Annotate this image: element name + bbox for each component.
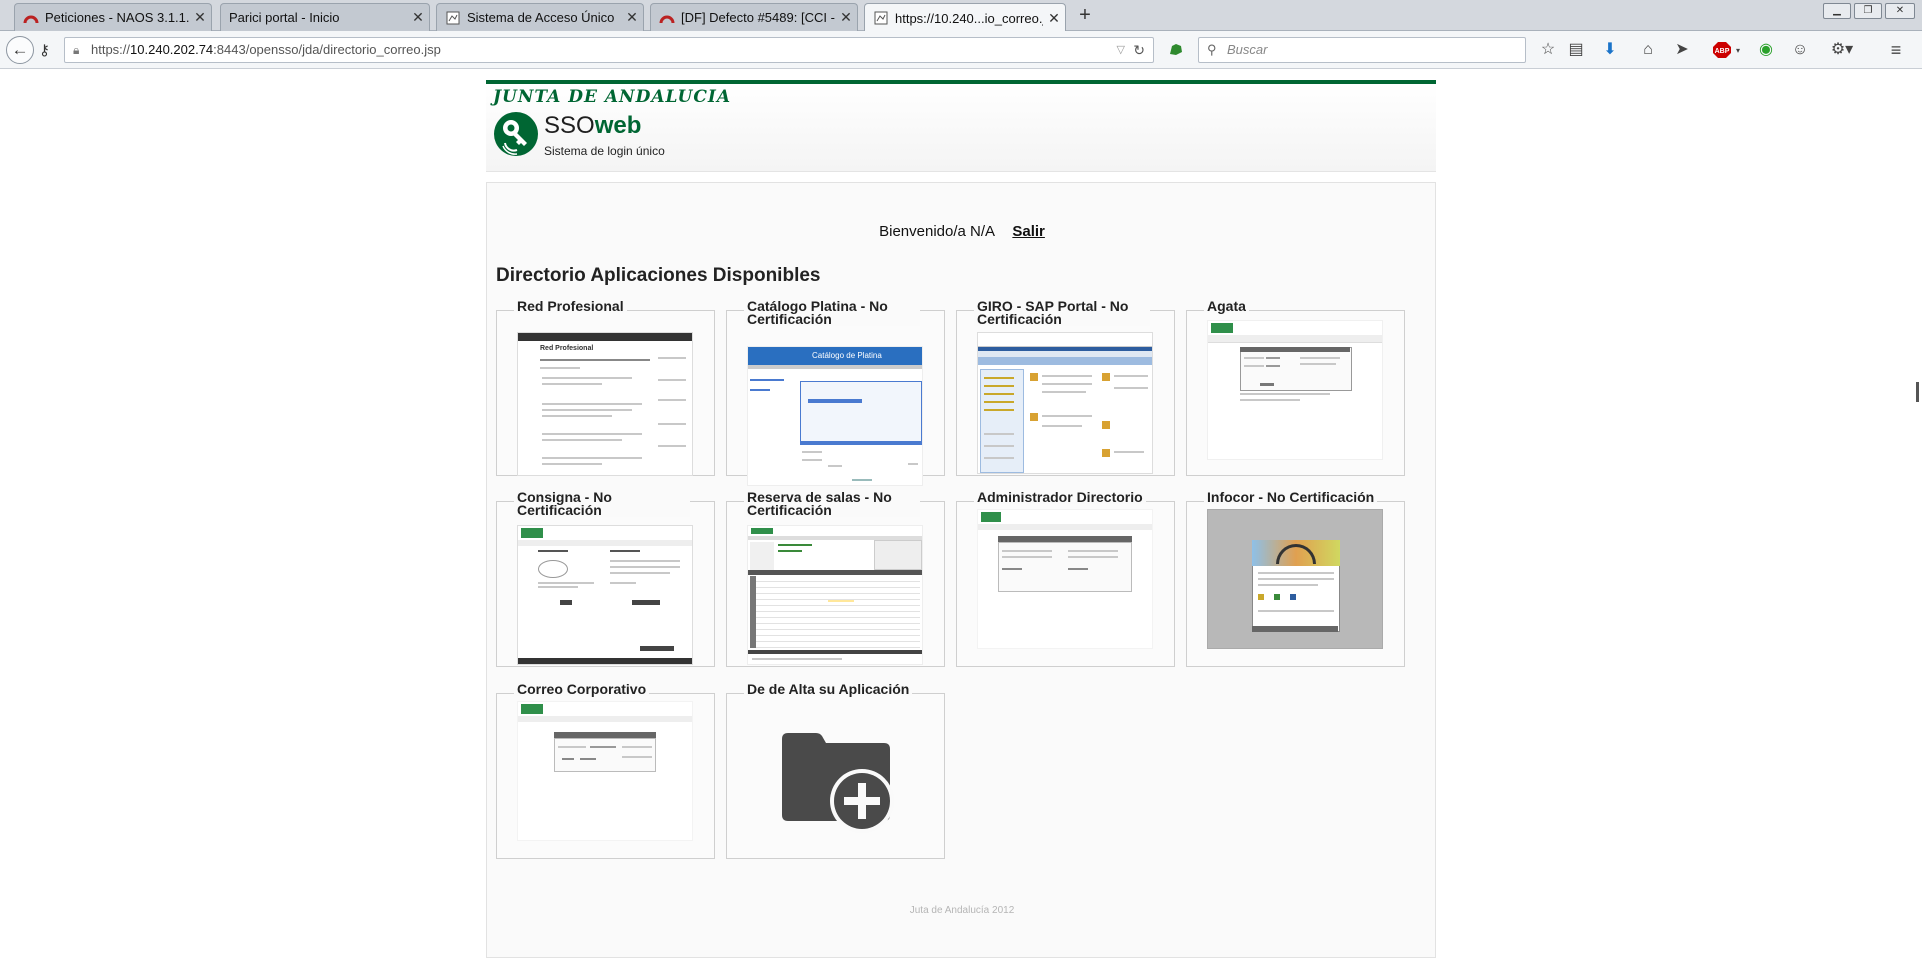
menu-icon[interactable]: ≡ — [1886, 40, 1906, 60]
welcome-text: Bienvenido/a N/A — [879, 223, 995, 240]
app-thumbnail-agata[interactable] — [1207, 320, 1383, 460]
maximize-button[interactable]: ❐ — [1854, 3, 1882, 19]
search-placeholder: Buscar — [1227, 42, 1268, 57]
app-card[interactable]: Reserva de salas - No Certificación — [726, 490, 945, 667]
app-card-title: Catálogo Platina - No Certificación — [744, 299, 920, 326]
browser-tab[interactable]: Parici portal - Inicio ✕ — [220, 3, 430, 31]
browser-tab[interactable]: Peticiones - NAOS 3.1.1.0 -... ✕ — [14, 3, 212, 31]
browser-tab[interactable]: [DF] Defecto #5489: [CCI - ... ✕ — [650, 3, 858, 31]
tab-strip: Peticiones - NAOS 3.1.1.0 -... ✕ Parici … — [0, 0, 1922, 32]
sso-key-logo-icon — [494, 112, 538, 156]
app-card[interactable]: GIRO - SAP Portal - No Certificación — [956, 299, 1175, 476]
close-tab-icon[interactable]: ✕ — [621, 9, 643, 26]
welcome-line: Bienvenido/a N/A Salir — [487, 223, 1437, 240]
redmine-icon — [659, 10, 675, 26]
browser-tab[interactable]: Sistema de Acceso Único ✕ — [436, 3, 644, 31]
svg-text:▾: ▾ — [1736, 46, 1740, 55]
app-card-title: Infocor - No Certificación — [1204, 490, 1378, 504]
app-card-title: Agata — [1204, 299, 1249, 313]
page-body: JUNTA DE ANDALUCIA SSOweb Sistema de log… — [0, 70, 1922, 968]
sso-title: SSOweb — [544, 112, 641, 140]
app-card[interactable]: Infocor - No Certificación — [1186, 490, 1405, 667]
app-thumbnail-catalogo-platina[interactable]: Catálogo de Platina — [747, 346, 923, 486]
web-text: web — [594, 112, 642, 139]
key-icon[interactable]: ⚷ — [39, 41, 50, 59]
tab-label: [DF] Defecto #5489: [CCI - ... — [681, 10, 835, 25]
back-button[interactable]: ← — [6, 36, 34, 64]
reload-icon[interactable]: ↻ — [1133, 38, 1145, 62]
app-thumbnail-infocor[interactable] — [1207, 509, 1383, 649]
app-card-title: De de Alta su Aplicación — [744, 682, 913, 696]
sso-subtitle: Sistema de login único — [544, 144, 665, 158]
tab-label: Parici portal - Inicio — [229, 10, 340, 25]
minimize-button[interactable]: ▁ — [1823, 3, 1851, 19]
site-header: JUNTA DE ANDALUCIA SSOweb Sistema de log… — [486, 80, 1436, 172]
app-card[interactable]: Agata — [1186, 299, 1405, 476]
app-card-title: Consigna - No Certificación — [514, 490, 690, 517]
scrollbar-thumb[interactable] — [1916, 382, 1919, 402]
redmine-icon — [23, 10, 39, 26]
url-host: 10.240.202.74 — [130, 42, 214, 57]
lock-icon: 🔒︎ — [73, 43, 80, 57]
app-card[interactable]: Consigna - No Certificación — [496, 490, 715, 667]
send-icon[interactable]: ➤ — [1672, 40, 1692, 60]
close-tab-icon[interactable]: ✕ — [1043, 10, 1065, 27]
bookmark-star-icon[interactable]: ☆ — [1538, 40, 1558, 60]
app-card-title: Reserva de salas - No Certificación — [744, 490, 920, 517]
app-card[interactable]: Correo Corporativo — [496, 682, 715, 859]
app-thumbnail-correo-corporativo[interactable] — [517, 701, 693, 841]
search-input[interactable]: ⚲ Buscar — [1198, 37, 1526, 63]
chat-icon[interactable]: ☺ — [1790, 40, 1810, 60]
close-window-button[interactable]: ✕ — [1885, 3, 1915, 19]
extension-icon[interactable] — [1168, 42, 1184, 56]
app-card-title: Correo Corporativo — [514, 682, 650, 696]
app-card-title: Red Profesional — [514, 299, 627, 313]
status-icon[interactable]: ◉ — [1756, 40, 1776, 60]
svg-text:ABP: ABP — [1715, 48, 1730, 55]
sso-text: SSO — [544, 112, 595, 139]
app-card[interactable]: Red Profesional Red Profesional — [496, 299, 715, 476]
downloads-icon[interactable]: ⬇ — [1600, 40, 1620, 60]
main-panel: Bienvenido/a N/A Salir Directorio Aplica… — [486, 182, 1436, 958]
app-card-title: GIRO - SAP Portal - No Certificación — [974, 299, 1150, 326]
tab-label: https://10.240...io_correo.jsp — [895, 10, 1043, 26]
dropdown-icon[interactable]: ▽ — [1117, 38, 1125, 62]
app-card-add[interactable]: De de Alta su Aplicación — [726, 682, 945, 859]
app-thumbnail-reserva-salas[interactable] — [747, 525, 923, 665]
logout-link[interactable]: Salir — [1012, 223, 1045, 240]
app-thumbnail-red-profesional[interactable]: Red Profesional — [517, 332, 693, 476]
navigation-toolbar: ← ⚷ 🔒︎ https://10.240.202.74:8443/openss… — [0, 31, 1922, 69]
close-tab-icon[interactable]: ✕ — [189, 9, 211, 26]
close-tab-icon[interactable]: ✕ — [835, 9, 857, 26]
address-bar[interactable]: 🔒︎ https://10.240.202.74:8443/opensso/jd… — [64, 37, 1154, 63]
add-folder-icon[interactable] — [780, 731, 896, 835]
new-tab-button[interactable]: + — [1072, 4, 1098, 28]
home-icon[interactable]: ⌂ — [1638, 40, 1658, 60]
app-thumbnail-giro-sap[interactable] — [977, 332, 1153, 474]
tools-icon[interactable]: ⚙▾ — [1828, 40, 1856, 60]
reading-list-icon[interactable]: ▤ — [1566, 40, 1586, 60]
app-thumbnail-consigna[interactable] — [517, 525, 693, 665]
app-card[interactable]: Catálogo Platina - No Certificación Catá… — [726, 299, 945, 486]
close-tab-icon[interactable]: ✕ — [407, 9, 429, 26]
junta-logo-text: JUNTA DE ANDALUCIA — [493, 87, 732, 107]
page-icon — [873, 10, 889, 26]
footer-text: Juta de Andalucía 2012 — [909, 905, 1015, 916]
app-card-title: Administrador Directorio — [974, 490, 1146, 504]
adblock-icon[interactable]: ABP ▾ — [1712, 40, 1740, 60]
tab-label: Peticiones - NAOS 3.1.1.0 -... — [45, 10, 189, 25]
url-prefix: https:// — [91, 42, 131, 57]
app-thumbnail-administrador-directorio[interactable] — [977, 509, 1153, 649]
app-card[interactable]: Administrador Directorio — [956, 490, 1175, 667]
tab-label: Sistema de Acceso Único — [467, 10, 615, 25]
url-path: :8443/opensso/jda/directorio_correo.jsp — [213, 42, 441, 57]
browser-tab-active[interactable]: https://10.240...io_correo.jsp ✕ — [864, 3, 1066, 32]
search-icon: ⚲ — [1207, 42, 1217, 57]
directory-title: Directorio Aplicaciones Disponibles — [496, 265, 821, 286]
page-icon — [445, 10, 461, 26]
